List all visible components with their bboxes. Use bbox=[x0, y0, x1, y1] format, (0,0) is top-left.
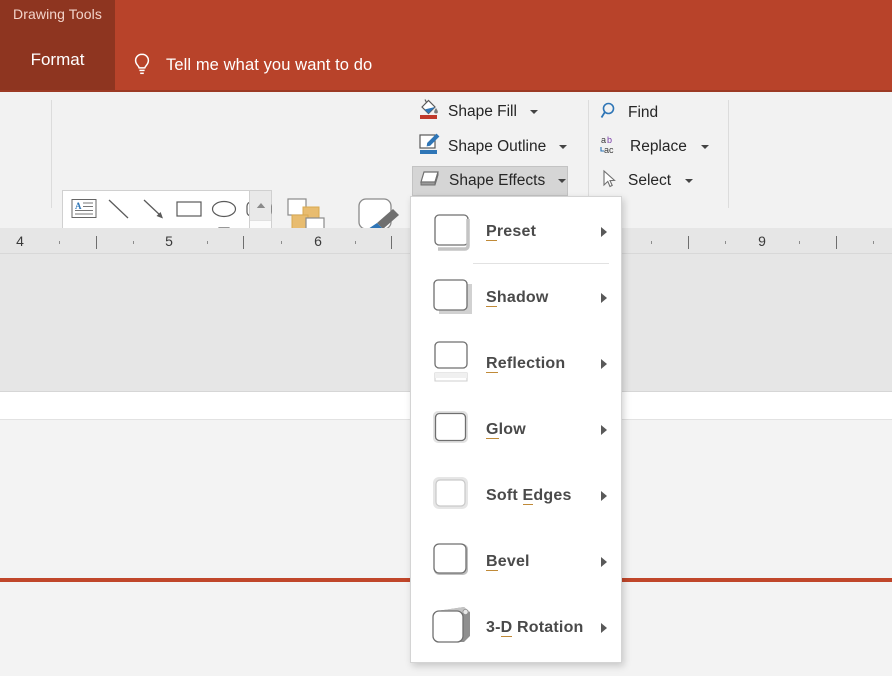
svg-text:b: b bbox=[607, 135, 612, 145]
submenu-arrow-icon[interactable] bbox=[601, 293, 607, 303]
shape-fill-button[interactable]: Shape Fill bbox=[412, 97, 567, 127]
find-button[interactable]: Find bbox=[600, 98, 658, 128]
ruler-minor-tick bbox=[59, 241, 60, 244]
ruler-minor-tick bbox=[799, 241, 800, 244]
ruler-minor-tick bbox=[355, 241, 356, 244]
chevron-down-icon[interactable] bbox=[559, 145, 567, 149]
3d-rotation-effect-icon bbox=[425, 603, 479, 653]
replace-abc-icon: a b ac bbox=[600, 134, 622, 160]
ruler-number: 9 bbox=[758, 233, 766, 249]
shape-effects-button[interactable]: Shape Effects bbox=[412, 166, 568, 196]
scroll-up-arrow[interactable] bbox=[250, 191, 271, 221]
svg-text:ac: ac bbox=[604, 145, 614, 155]
menu-item-bevel[interactable]: Bevel bbox=[411, 529, 621, 595]
menu-item-soft-edges[interactable]: Soft Edges bbox=[411, 463, 621, 529]
shape-fill-label: Shape Fill bbox=[448, 103, 517, 121]
menu-separator bbox=[473, 263, 609, 264]
menu-item-label: Reflection bbox=[486, 355, 565, 373]
magnifier-icon bbox=[600, 101, 620, 126]
group-separator bbox=[51, 100, 52, 208]
ruler-major-tick bbox=[391, 236, 392, 249]
select-button[interactable]: Select bbox=[600, 166, 693, 196]
group-separator bbox=[728, 100, 729, 208]
ruler-minor-tick bbox=[873, 241, 874, 244]
ribbon-header: Drawing Tools Format Tell me what you wa… bbox=[0, 0, 892, 92]
ruler-major-tick bbox=[836, 236, 837, 249]
shape-effects-label: Shape Effects bbox=[449, 172, 545, 190]
bevel-effect-icon bbox=[425, 537, 479, 587]
ruler-major-tick bbox=[96, 236, 97, 249]
submenu-arrow-icon[interactable] bbox=[601, 425, 607, 435]
soft-edges-effect-icon bbox=[425, 471, 479, 521]
preset-effect-icon bbox=[425, 207, 479, 257]
submenu-arrow-icon[interactable] bbox=[601, 359, 607, 369]
pointer-arrow-icon bbox=[600, 169, 620, 194]
chevron-down-icon[interactable] bbox=[558, 179, 566, 183]
chevron-down-icon[interactable] bbox=[701, 145, 709, 149]
submenu-arrow-icon[interactable] bbox=[601, 227, 607, 237]
replace-label: Replace bbox=[630, 138, 687, 156]
menu-item-3d-rotation[interactable]: 3-D Rotation bbox=[411, 595, 621, 661]
menu-item-label: Preset bbox=[486, 223, 536, 241]
ruler-major-tick bbox=[688, 236, 689, 249]
replace-button[interactable]: a b ac Replace bbox=[600, 132, 709, 162]
oval-shape[interactable] bbox=[206, 194, 241, 223]
contextual-tab-group-label: Drawing Tools bbox=[0, 0, 115, 28]
menu-item-label: Shadow bbox=[486, 289, 549, 307]
ruler-number: 4 bbox=[16, 233, 24, 249]
ruler-major-tick bbox=[243, 236, 244, 249]
menu-item-label: Glow bbox=[486, 421, 526, 439]
textbox-shape[interactable]: A bbox=[66, 194, 101, 223]
group-separator bbox=[588, 100, 589, 208]
powerpoint-window: Drawing Tools Format Tell me what you wa… bbox=[0, 0, 892, 676]
menu-item-preset[interactable]: Preset bbox=[411, 199, 621, 265]
shape-outline-button[interactable]: Shape Outline bbox=[412, 132, 567, 162]
menu-item-glow[interactable]: Glow bbox=[411, 397, 621, 463]
tab-format[interactable]: Format bbox=[0, 28, 115, 92]
submenu-arrow-icon[interactable] bbox=[601, 491, 607, 501]
ruler-minor-tick bbox=[133, 241, 134, 244]
outline-pen-icon bbox=[418, 133, 440, 162]
glow-effect-icon bbox=[425, 405, 479, 455]
menu-item-label: Soft Edges bbox=[486, 487, 572, 505]
shape-outline-label: Shape Outline bbox=[448, 138, 546, 156]
ruler-minor-tick bbox=[651, 241, 652, 244]
ruler-number: 6 bbox=[314, 233, 322, 249]
menu-item-label: Bevel bbox=[486, 553, 530, 571]
ruler-number: 5 bbox=[165, 233, 173, 249]
lightbulb-icon bbox=[131, 52, 153, 78]
line-arrow-shape[interactable] bbox=[136, 194, 171, 223]
select-label: Select bbox=[628, 172, 671, 190]
svg-text:A: A bbox=[75, 201, 82, 211]
paint-bucket-icon bbox=[418, 98, 440, 127]
chevron-down-icon[interactable] bbox=[685, 179, 693, 183]
submenu-arrow-icon[interactable] bbox=[601, 623, 607, 633]
tell-me-box[interactable]: Tell me what you want to do bbox=[131, 50, 372, 80]
reflection-effect-icon bbox=[425, 339, 479, 389]
ruler-minor-tick bbox=[281, 241, 282, 244]
menu-item-label: 3-D Rotation bbox=[486, 619, 584, 637]
svg-text:a: a bbox=[601, 135, 606, 145]
menu-item-reflection[interactable]: Reflection bbox=[411, 331, 621, 397]
shadow-effect-icon bbox=[425, 273, 479, 323]
shape-effects-dropdown-menu[interactable]: Preset Shadow Reflection bbox=[410, 196, 622, 663]
menu-item-shadow[interactable]: Shadow bbox=[411, 265, 621, 331]
chevron-down-icon[interactable] bbox=[530, 110, 538, 114]
ruler-minor-tick bbox=[725, 241, 726, 244]
submenu-arrow-icon[interactable] bbox=[601, 557, 607, 567]
rectangle-shape[interactable] bbox=[171, 194, 206, 223]
ruler-minor-tick bbox=[207, 241, 208, 244]
tell-me-placeholder: Tell me what you want to do bbox=[166, 56, 372, 75]
find-label: Find bbox=[628, 104, 658, 122]
line-shape[interactable] bbox=[101, 194, 136, 223]
shape-effects-icon bbox=[419, 169, 441, 194]
